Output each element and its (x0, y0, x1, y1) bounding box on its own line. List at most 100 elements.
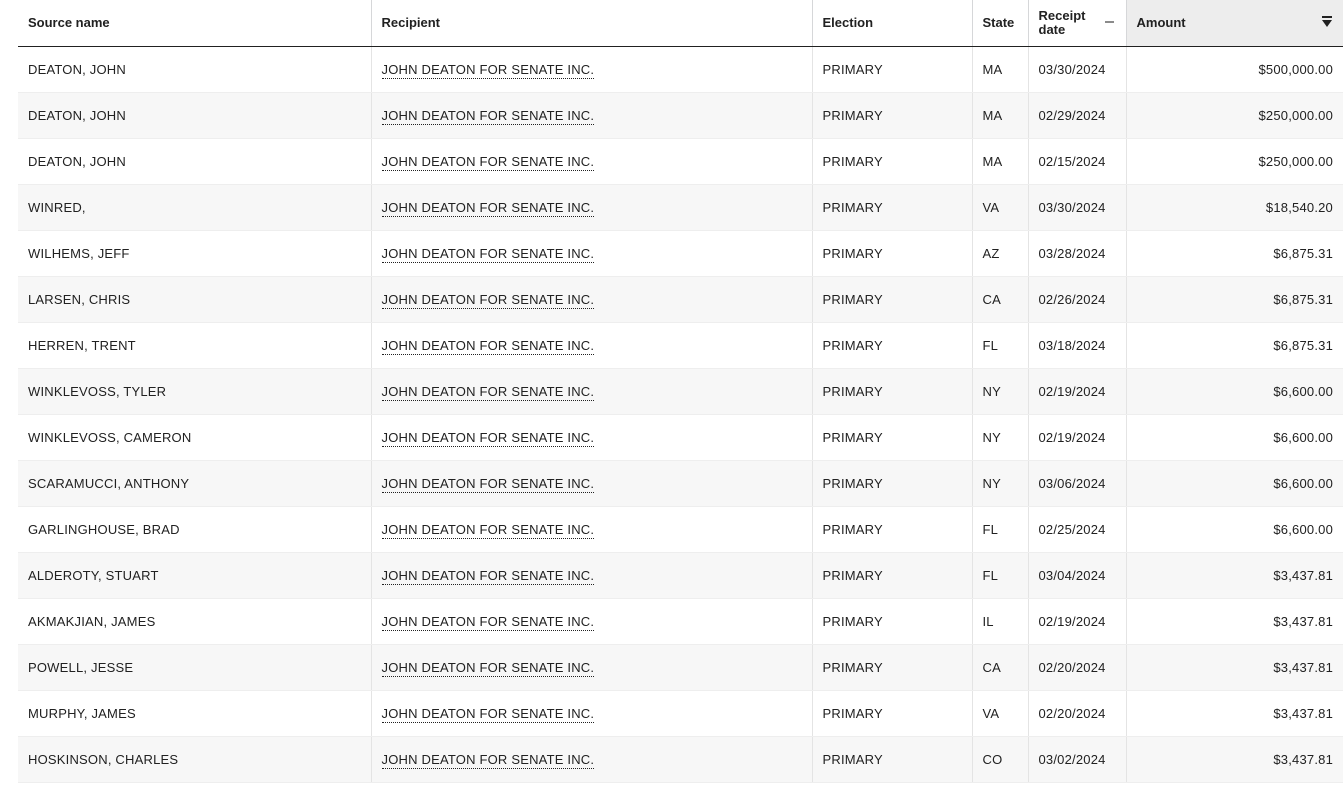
table-row: DEATON, JOHN JOHN DEATON FOR SENATE INC. P… (18, 138, 1343, 185)
table-row: HERREN, TRENT JOHN DEATON FOR SENATE INC.… (18, 322, 1343, 369)
recipient-link[interactable]: JOHN DEATON FOR SENATE INC. (381, 107, 595, 125)
cell-state: MA (971, 46, 1028, 93)
cell-election: PRIMARY (811, 46, 972, 93)
cell-election: PRIMARY (811, 598, 972, 645)
cell-receipt-date: 03/02/2024 (1027, 736, 1126, 783)
sort-descending-icon[interactable] (1321, 15, 1333, 29)
recipient-link[interactable]: JOHN DEATON FOR SENATE INC. (381, 751, 595, 769)
header-amount-label: Amount (1136, 15, 1186, 31)
cell-amount: $6,875.31 (1125, 230, 1343, 277)
header-row: Source name Recipient Election State Rec… (18, 0, 1343, 47)
cell-amount: $3,437.81 (1125, 644, 1343, 691)
header-election-label: Election (822, 15, 874, 31)
table-row: DEATON, JOHN JOHN DEATON FOR SENATE INC. P… (18, 46, 1343, 93)
recipient-link[interactable]: JOHN DEATON FOR SENATE INC. (381, 337, 595, 355)
table-row: GARLINGHOUSE, BRAD JOHN DEATON FOR SENATE… (18, 506, 1343, 553)
recipient-link[interactable]: JOHN DEATON FOR SENATE INC. (381, 475, 595, 493)
cell-receipt-date: 02/19/2024 (1027, 414, 1126, 461)
cell-receipt-date: 02/29/2024 (1027, 92, 1126, 139)
cell-recipient: JOHN DEATON FOR SENATE INC. (370, 736, 812, 783)
cell-source-name: MURPHY, JAMES (18, 690, 371, 737)
table-row: AKMAKJIAN, JAMES JOHN DEATON FOR SENATE I… (18, 598, 1343, 645)
cell-election: PRIMARY (811, 506, 972, 553)
cell-receipt-date: 02/20/2024 (1027, 644, 1126, 691)
table-body: DEATON, JOHN JOHN DEATON FOR SENATE INC. P… (18, 46, 1343, 783)
cell-source-name: AKMAKJIAN, JAMES (18, 598, 371, 645)
header-receipt-date[interactable]: Receipt date (1027, 0, 1126, 47)
cell-source-name: SCARAMUCCI, ANTHONY (18, 460, 371, 507)
cell-election: PRIMARY (811, 138, 972, 185)
table-row: WILHEMS, JEFF JOHN DEATON FOR SENATE INC.… (18, 230, 1343, 277)
cell-amount: $3,437.81 (1125, 690, 1343, 737)
cell-state: CA (971, 276, 1028, 323)
cell-source-name: WINRED, (18, 184, 371, 231)
cell-recipient: JOHN DEATON FOR SENATE INC. (370, 46, 812, 93)
cell-recipient: JOHN DEATON FOR SENATE INC. (370, 138, 812, 185)
cell-recipient: JOHN DEATON FOR SENATE INC. (370, 92, 812, 139)
cell-amount: $3,437.81 (1125, 736, 1343, 783)
cell-amount: $3,437.81 (1125, 552, 1343, 599)
table-row: WINRED, JOHN DEATON FOR SENATE INC. PRIMAR… (18, 184, 1343, 231)
cell-amount: $6,875.31 (1125, 276, 1343, 323)
cell-receipt-date: 02/19/2024 (1027, 368, 1126, 415)
cell-amount: $250,000.00 (1125, 138, 1343, 185)
cell-state: NY (971, 414, 1028, 461)
cell-election: PRIMARY (811, 230, 972, 277)
cell-source-name: DEATON, JOHN (18, 92, 371, 139)
recipient-link[interactable]: JOHN DEATON FOR SENATE INC. (381, 521, 595, 539)
cell-amount: $6,600.00 (1125, 368, 1343, 415)
cell-recipient: JOHN DEATON FOR SENATE INC. (370, 460, 812, 507)
cell-amount: $6,600.00 (1125, 414, 1343, 461)
cell-recipient: JOHN DEATON FOR SENATE INC. (370, 414, 812, 461)
table-row: WINKLEVOSS, TYLER JOHN DEATON FOR SENATE … (18, 368, 1343, 415)
cell-source-name: WILHEMS, JEFF (18, 230, 371, 277)
header-source-name-label: Source name (28, 15, 110, 31)
cell-state: MA (971, 138, 1028, 185)
table-row: WINKLEVOSS, CAMERON JOHN DEATON FOR SENAT… (18, 414, 1343, 461)
cell-amount: $250,000.00 (1125, 92, 1343, 139)
recipient-link[interactable]: JOHN DEATON FOR SENATE INC. (381, 613, 595, 631)
cell-state: FL (971, 506, 1028, 553)
cell-election: PRIMARY (811, 460, 972, 507)
recipient-link[interactable]: JOHN DEATON FOR SENATE INC. (381, 383, 595, 401)
recipient-link[interactable]: JOHN DEATON FOR SENATE INC. (381, 429, 595, 447)
recipient-link[interactable]: JOHN DEATON FOR SENATE INC. (381, 61, 595, 79)
cell-state: AZ (971, 230, 1028, 277)
table-row: HOSKINSON, CHARLES JOHN DEATON FOR SENATE… (18, 736, 1343, 783)
cell-election: PRIMARY (811, 276, 972, 323)
recipient-link[interactable]: JOHN DEATON FOR SENATE INC. (381, 153, 595, 171)
header-recipient[interactable]: Recipient (370, 0, 812, 47)
recipient-link[interactable]: JOHN DEATON FOR SENATE INC. (381, 291, 595, 309)
cell-source-name: DEATON, JOHN (18, 46, 371, 93)
cell-receipt-date: 03/30/2024 (1027, 184, 1126, 231)
cell-election: PRIMARY (811, 92, 972, 139)
recipient-link[interactable]: JOHN DEATON FOR SENATE INC. (381, 705, 595, 723)
table-row: ALDEROTY, STUART JOHN DEATON FOR SENATE I… (18, 552, 1343, 599)
cell-receipt-date: 02/15/2024 (1027, 138, 1126, 185)
cell-recipient: JOHN DEATON FOR SENATE INC. (370, 368, 812, 415)
sort-neutral-icon[interactable] (1104, 21, 1114, 23)
receipts-table-container: Source name Recipient Election State Rec… (18, 0, 1343, 783)
cell-recipient: JOHN DEATON FOR SENATE INC. (370, 322, 812, 369)
header-amount[interactable]: Amount (1125, 0, 1343, 47)
cell-receipt-date: 03/30/2024 (1027, 46, 1126, 93)
recipient-link[interactable]: JOHN DEATON FOR SENATE INC. (381, 659, 595, 677)
receipts-table: Source name Recipient Election State Rec… (18, 0, 1343, 783)
recipient-link[interactable]: JOHN DEATON FOR SENATE INC. (381, 245, 595, 263)
cell-recipient: JOHN DEATON FOR SENATE INC. (370, 506, 812, 553)
recipient-link[interactable]: JOHN DEATON FOR SENATE INC. (381, 199, 595, 217)
cell-receipt-date: 02/19/2024 (1027, 598, 1126, 645)
header-state[interactable]: State (971, 0, 1028, 47)
cell-election: PRIMARY (811, 736, 972, 783)
cell-source-name: WINKLEVOSS, CAMERON (18, 414, 371, 461)
recipient-link[interactable]: JOHN DEATON FOR SENATE INC. (381, 567, 595, 585)
cell-source-name: HOSKINSON, CHARLES (18, 736, 371, 783)
cell-amount: $6,600.00 (1125, 460, 1343, 507)
header-election[interactable]: Election (811, 0, 972, 47)
cell-state: CO (971, 736, 1028, 783)
header-source-name[interactable]: Source name (18, 0, 371, 47)
cell-recipient: JOHN DEATON FOR SENATE INC. (370, 184, 812, 231)
cell-receipt-date: 02/20/2024 (1027, 690, 1126, 737)
table-row: LARSEN, CHRIS JOHN DEATON FOR SENATE INC.… (18, 276, 1343, 323)
cell-state: FL (971, 322, 1028, 369)
